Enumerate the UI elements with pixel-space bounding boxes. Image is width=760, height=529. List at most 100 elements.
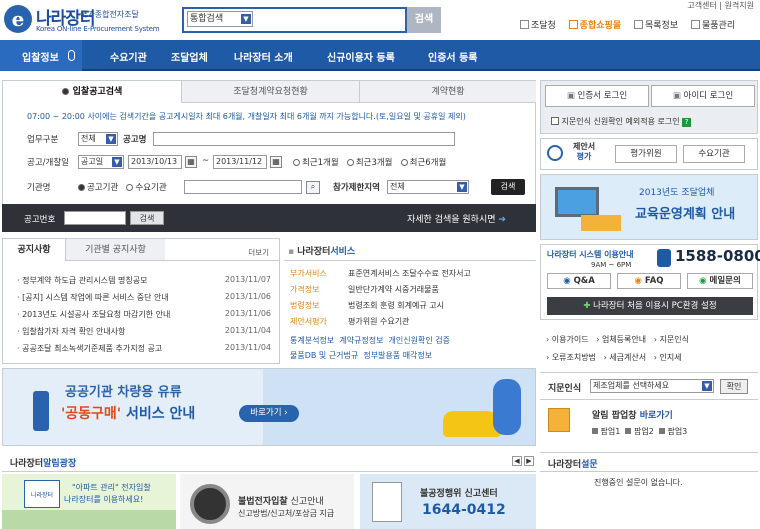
mail-button[interactable]: ◉ 메일문의 [687, 273, 753, 289]
fingerprint-exception[interactable]: 지문인식 신원확인 예외적용 로그인 ? [551, 116, 692, 127]
promo-prev-button[interactable]: ◀ [512, 456, 522, 466]
service-link[interactable]: 물품DB 및 근거법규 [290, 351, 358, 360]
title-input[interactable] [153, 132, 455, 146]
promo-next-button[interactable]: ▶ [524, 456, 534, 466]
service-link[interactable]: 정부발용품 매각정보 [363, 351, 432, 360]
nav-item-register[interactable]: 신규이용자 등록 [327, 49, 395, 64]
service-link[interactable]: 고시 [429, 301, 444, 310]
calendar-icon[interactable]: ▦ [185, 156, 197, 168]
promo-card-unfair-report[interactable]: 불공정행위 신고센터 1644-0412 [360, 474, 536, 529]
link-tax-invoice[interactable]: › 세금계산서 [604, 353, 647, 362]
phone-icon [657, 249, 671, 267]
radio-3month[interactable]: 최근3개월 [346, 158, 393, 168]
search-input[interactable] [256, 11, 401, 27]
calendar-icon[interactable]: ▦ [270, 156, 282, 168]
box-icon [691, 20, 700, 29]
logo-subtitle: 국가종합전자조달 [80, 10, 139, 19]
faq-button[interactable]: ◉ FAQ [617, 273, 681, 289]
promo-card-illegal-bid[interactable]: 불법전자입찰 신고안내 신고방법/신고처/포상금 지급 [180, 474, 354, 529]
service-link[interactable]: 개인신원확인 검증 [389, 336, 450, 345]
popup-1[interactable]: 팝업1 [592, 427, 620, 436]
nav-item-bid-info[interactable]: 입찰정보 [22, 49, 59, 64]
radio-demand-org[interactable]: 수요기관 [126, 183, 167, 193]
popup-3[interactable]: 팝업3 [658, 427, 687, 436]
service-link[interactable]: 법령조회 [348, 301, 377, 310]
buildings-icon [2, 510, 176, 529]
notice-item[interactable]: · 공공조달 최소녹색기준제품 추가지정 공고 [17, 343, 162, 354]
search-scope-select[interactable]: 통합검색 ▼ [187, 11, 253, 27]
notice-item[interactable]: · 2013년도 시설공사 조달요청 마감기한 안내 [17, 309, 170, 320]
date-type-select[interactable]: 공고일 ▼ [78, 155, 124, 169]
search-button[interactable]: 검색 [407, 7, 441, 33]
region-label: 참가제한지역 [333, 183, 380, 193]
number-input[interactable] [64, 211, 126, 225]
logo-icon[interactable]: e [4, 5, 32, 33]
region-select[interactable]: 전체 ▼ [387, 180, 469, 194]
category-select[interactable]: 전체 ▼ [78, 132, 118, 146]
nav-item-about[interactable]: 나라장터 소개 [234, 49, 293, 64]
more-link[interactable]: 더보기 [248, 247, 269, 258]
service-link[interactable]: 훈령 [380, 301, 395, 310]
detail-search-link[interactable]: 자세한 검색을 원하시면 ➔ [407, 212, 506, 225]
finger-vendor-select[interactable]: 제조업체를 선택하세요 ▼ [590, 379, 714, 393]
magnifier-icon[interactable]: ⌕ [306, 181, 320, 194]
edu-banner[interactable]: 2013년도 조달업체 교육운영계획 안내 [540, 174, 758, 240]
tab-contract-status[interactable]: 계약현황 [359, 81, 536, 103]
notice-item[interactable]: · 입찰참가자 자격 확인 안내사항 [17, 326, 125, 337]
number-search-button[interactable]: 검색 [130, 211, 164, 225]
service-link[interactable]: 표준연계서비스 조달수수료 전자서고 [348, 268, 471, 279]
qna-button[interactable]: ◉ Q&A [547, 273, 611, 289]
radio-notice-org[interactable]: 공고기관 [78, 183, 118, 193]
nav-item-agency[interactable]: 수요기관 [110, 49, 147, 64]
service-link[interactable]: 통계분석정보 [290, 336, 334, 345]
banner-button[interactable]: 바로가기 › [239, 405, 299, 422]
shortcut-catalog[interactable]: 목록정보 [634, 20, 678, 31]
tab-contract-request[interactable]: 조달청계약요청현황 [181, 81, 359, 103]
link-error-fix[interactable]: › 오류조치방법 [546, 353, 596, 362]
help-icon[interactable]: ? [682, 118, 692, 127]
notice-item[interactable]: · [공지] 시스템 작업에 따른 서비스 중단 안내 [17, 292, 169, 303]
link-company-reg[interactable]: › 업체등록안내 [596, 335, 646, 344]
promo-text: "아파트 관리" 전자입찰 [72, 483, 151, 492]
service-link[interactable]: 평가위원 수요기관 [348, 316, 409, 327]
service-links-law: 법령조회 훈령 회계예규 고시 [348, 300, 444, 311]
org-input[interactable] [184, 180, 302, 194]
radio-1month[interactable]: 최근1개월 [293, 158, 339, 168]
notice-item[interactable]: · 정부계약 하도급 관리시스템 명칭공모 [17, 275, 147, 286]
arrow-right-icon: ➔ [498, 215, 506, 225]
shortcut-mall[interactable]: 종합쇼핑몰 [568, 20, 621, 31]
promo-phone: 1644-0412 [422, 502, 506, 518]
date-to-input[interactable]: 2013/11/12 [213, 155, 267, 169]
link-fingerprint[interactable]: › 지문인식 [654, 335, 689, 344]
shortcut-pps[interactable]: 조달청 [520, 20, 556, 31]
nav-item-cert[interactable]: 인증서 등록 [428, 49, 477, 64]
faq-icon: ◉ [634, 276, 645, 286]
popup-link[interactable]: 바로가기 [640, 411, 673, 421]
tab-agency-notice[interactable]: 기관별 공지사항 [65, 239, 165, 261]
eval-agency-button[interactable]: 수요기관 [683, 145, 745, 163]
top-links[interactable]: 고객센터 | 원격지원 [687, 0, 754, 11]
nav-item-supplier[interactable]: 조달업체 [171, 49, 208, 64]
radio-6month[interactable]: 최근6개월 [400, 158, 446, 168]
search-submit-button[interactable]: 검색 [491, 179, 525, 195]
shortcut-goods[interactable]: 물품관리 [691, 20, 735, 31]
popup-2[interactable]: 팝업2 [625, 427, 654, 436]
pc-setup-button[interactable]: ✚ 나라장터 처음 이용시 PC환경 설정 [547, 297, 753, 315]
cert-login-button[interactable]: ▣ 인증서 로그인 [545, 85, 649, 107]
promo-card-apartment[interactable]: 나라장터 "아파트 관리" 전자입찰 나라장터를 이용하세요! [2, 474, 176, 529]
quick-search-bar: 공고번호 검색 자세한 검색을 원하시면 ➔ [2, 204, 536, 232]
fuel-banner[interactable]: 공공기관 차량용 유류 '공동구매' 서비스 안내 바로가기 › [2, 368, 536, 446]
checkbox[interactable] [551, 117, 559, 125]
link-guide[interactable]: › 이용가이드 [546, 335, 589, 344]
service-link[interactable]: 계약규정정보 [339, 336, 383, 345]
service-link[interactable]: 회계예규 [397, 301, 426, 310]
date-label: 공고/개찰일 [27, 158, 69, 168]
id-login-button[interactable]: ▣ 아이디 로그인 [651, 85, 755, 107]
tab-bid-search[interactable]: 입찰공고검색 [3, 81, 181, 103]
service-link[interactable]: 일반단가계약 시중거래물품 [348, 284, 439, 295]
tab-notice[interactable]: 공지사항 [3, 239, 65, 261]
eval-committee-button[interactable]: 평가위원 [615, 145, 677, 163]
date-from-input[interactable]: 2013/10/13 [128, 155, 182, 169]
link-stamp-tax[interactable]: › 인지세 [654, 353, 682, 362]
finger-confirm-button[interactable]: 확인 [720, 379, 748, 394]
